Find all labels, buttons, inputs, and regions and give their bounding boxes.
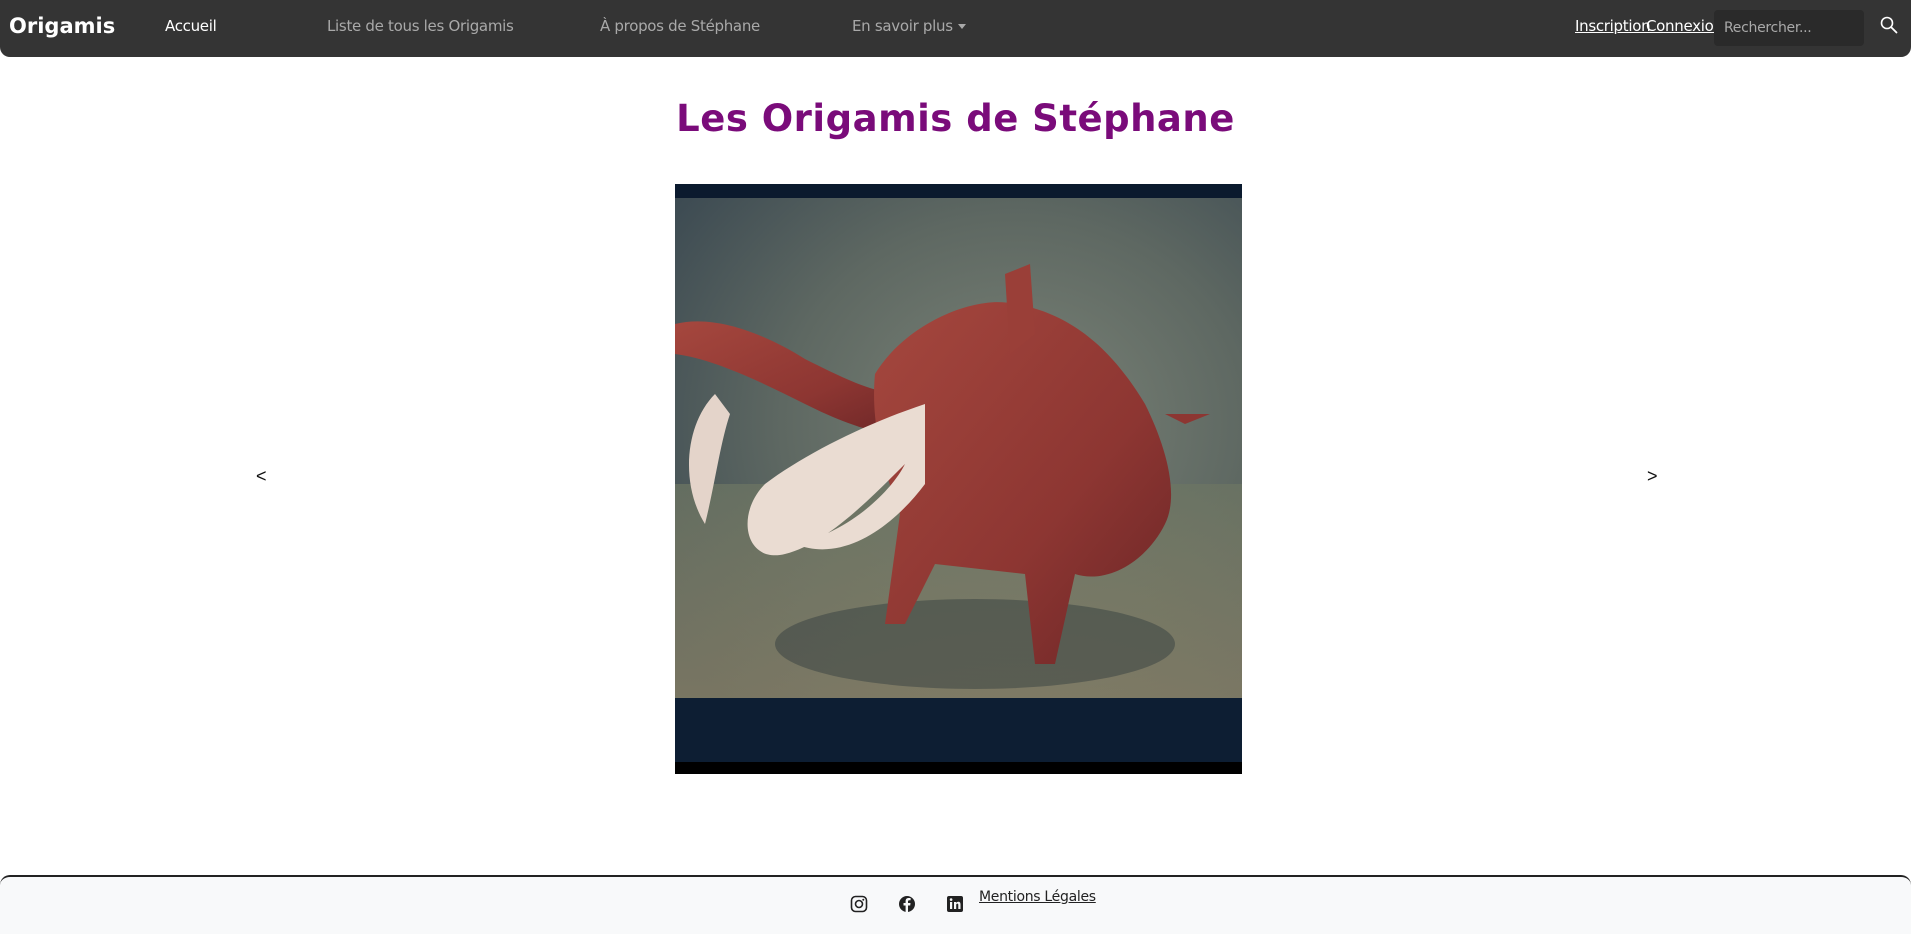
legal-notice-link[interactable]: Mentions Légales xyxy=(979,889,1096,905)
search-icon xyxy=(1880,16,1898,34)
nav-home[interactable]: Accueil xyxy=(165,17,217,35)
carousel-prev-button[interactable]: < xyxy=(256,466,267,487)
facebook-icon[interactable] xyxy=(898,895,916,913)
nav-more-label: En savoir plus xyxy=(852,17,953,35)
nav-more-dropdown[interactable]: En savoir plus xyxy=(852,17,966,35)
brand-logo[interactable]: Origamis xyxy=(9,14,115,38)
carousel-image xyxy=(675,184,1242,774)
footer: Mentions Légales xyxy=(0,875,1911,934)
search-input[interactable] xyxy=(1714,10,1864,46)
chevron-down-icon xyxy=(957,24,966,29)
carousel-next-button[interactable]: > xyxy=(1647,466,1658,487)
nav-origamis-list[interactable]: Liste de tous les Origamis xyxy=(327,17,514,35)
instagram-icon[interactable] xyxy=(850,895,868,913)
search-button[interactable] xyxy=(1880,16,1900,36)
navbar: Origamis Accueil Liste de tous les Origa… xyxy=(0,0,1911,57)
page-title: Les Origamis de Stéphane xyxy=(676,97,1235,140)
nav-about[interactable]: À propos de Stéphane xyxy=(600,17,760,35)
linkedin-icon[interactable] xyxy=(946,895,964,913)
login-link[interactable]: Connexion xyxy=(1646,17,1723,35)
signup-link[interactable]: Inscription xyxy=(1575,17,1651,35)
